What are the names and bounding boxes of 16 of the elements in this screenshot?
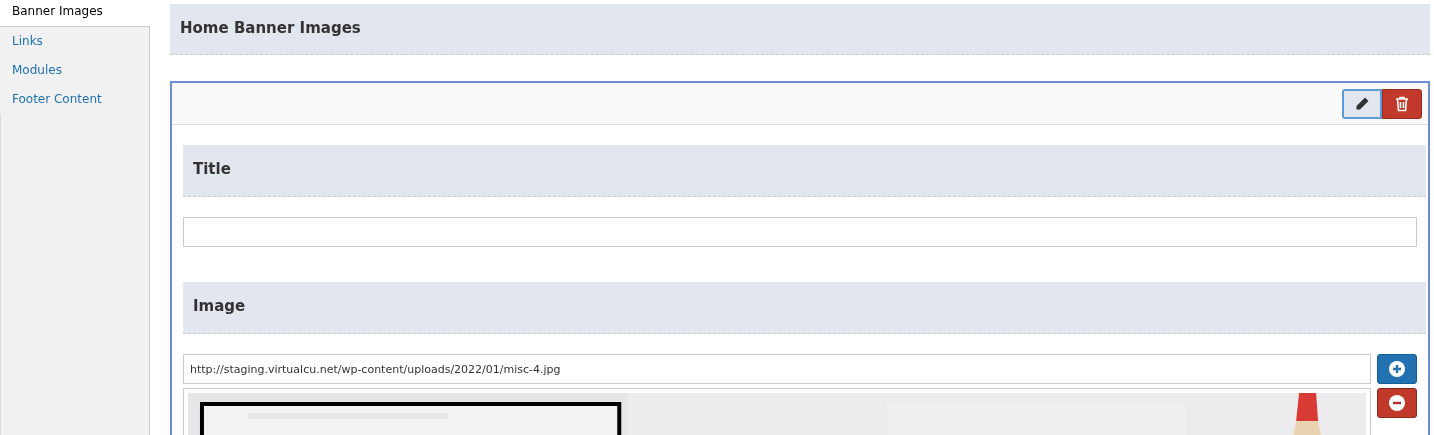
section-heading: Image — [183, 282, 1426, 334]
minus-icon — [1389, 395, 1405, 411]
pencil-icon — [1354, 96, 1370, 112]
add-button[interactable] — [1377, 354, 1417, 384]
remove-button[interactable] — [1377, 388, 1417, 418]
url-field[interactable]: http://staging.virtualcu.net/wp-content/uploads/2022/01/misc-4.jpg — [183, 354, 1371, 384]
trash-icon — [1395, 96, 1409, 112]
delete-button[interactable] — [1382, 89, 1422, 119]
sidebar-tab[interactable]: Footer Content — [0, 85, 150, 114]
edit-button[interactable] — [1342, 89, 1382, 119]
page-heading: Home Banner Images — [170, 4, 1430, 55]
section-heading: Title — [183, 145, 1426, 197]
sidebar-tab[interactable]: Links — [0, 27, 150, 56]
input-field[interactable] — [183, 217, 1417, 247]
plus-icon — [1389, 361, 1405, 377]
sidebar-tab[interactable]: Modules — [0, 56, 150, 85]
